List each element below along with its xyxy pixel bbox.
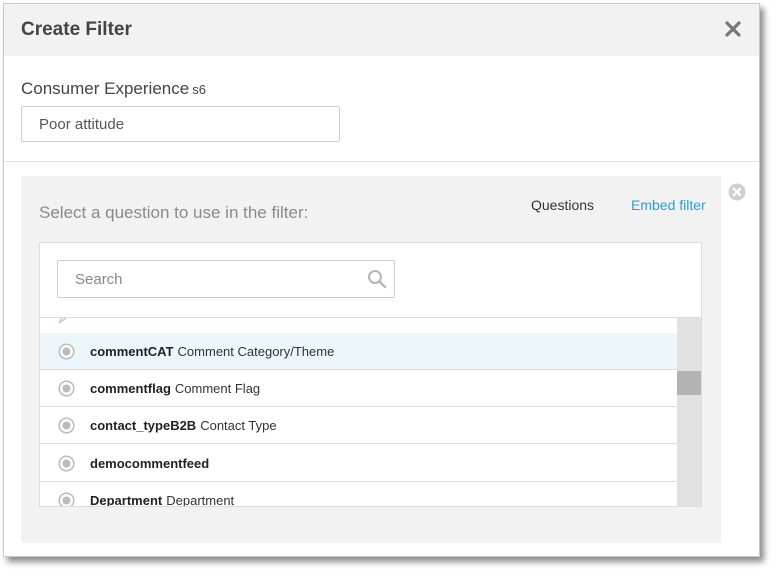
- close-icon[interactable]: [723, 19, 743, 39]
- question-text: Department: [166, 492, 235, 507]
- comment-bubble-icon: [58, 318, 80, 324]
- question-select-panel: Select a question to use in the filter: …: [21, 176, 721, 543]
- question-text: Contact Type: [200, 417, 277, 433]
- radio-icon[interactable]: [58, 342, 75, 360]
- question-list: commentCAT Comment Category/Theme commen…: [40, 317, 677, 507]
- radio-icon[interactable]: [58, 491, 75, 506]
- question-row[interactable]: commentflag Comment Flag: [40, 370, 677, 407]
- radio-icon[interactable]: [58, 416, 75, 434]
- dialog-title: Create Filter: [21, 19, 132, 40]
- search-icon[interactable]: [367, 269, 387, 289]
- question-id: Department: [90, 492, 163, 507]
- search-wrapper: [57, 260, 395, 298]
- radio-icon[interactable]: [58, 454, 75, 472]
- filter-name-input[interactable]: [21, 106, 340, 142]
- dialog-header: Create Filter: [4, 4, 759, 56]
- scrollbar-thumb[interactable]: [677, 371, 701, 395]
- tab-questions[interactable]: Questions: [531, 197, 594, 213]
- search-input[interactable]: [57, 260, 395, 298]
- question-row[interactable]: commentCAT Comment Category/Theme: [40, 333, 677, 370]
- question-id: democommentfeed: [90, 455, 210, 471]
- filter-name-label-suffix: s6: [192, 82, 206, 97]
- question-id: contact_typeB2B: [90, 417, 197, 433]
- radio-icon[interactable]: [58, 379, 75, 397]
- list-scrollbar[interactable]: [677, 317, 701, 506]
- question-text: Comment Category/Theme: [177, 343, 335, 359]
- question-row[interactable]: contact_typeB2B Contact Type: [40, 407, 677, 444]
- tab-embed-filter[interactable]: Embed filter: [631, 197, 706, 213]
- question-text: Comment Flag: [174, 380, 261, 396]
- create-filter-dialog: Create Filter Consumer Experiences6 Sele…: [3, 3, 760, 557]
- section-divider: [4, 161, 759, 162]
- question-row[interactable]: democommentfeed: [40, 445, 677, 482]
- filter-name-label-text: Consumer Experience: [21, 79, 190, 98]
- filter-name-label: Consumer Experience s6: [21, 79, 206, 99]
- question-id: commentCAT: [90, 343, 174, 359]
- remove-panel-icon[interactable]: [728, 183, 746, 201]
- question-list-box: commentCAT Comment Category/Theme commen…: [39, 242, 702, 507]
- panel-prompt: Select a question to use in the filter:: [39, 203, 309, 222]
- question-row[interactable]: Department Department: [40, 482, 677, 507]
- question-id: commentflag: [90, 380, 171, 396]
